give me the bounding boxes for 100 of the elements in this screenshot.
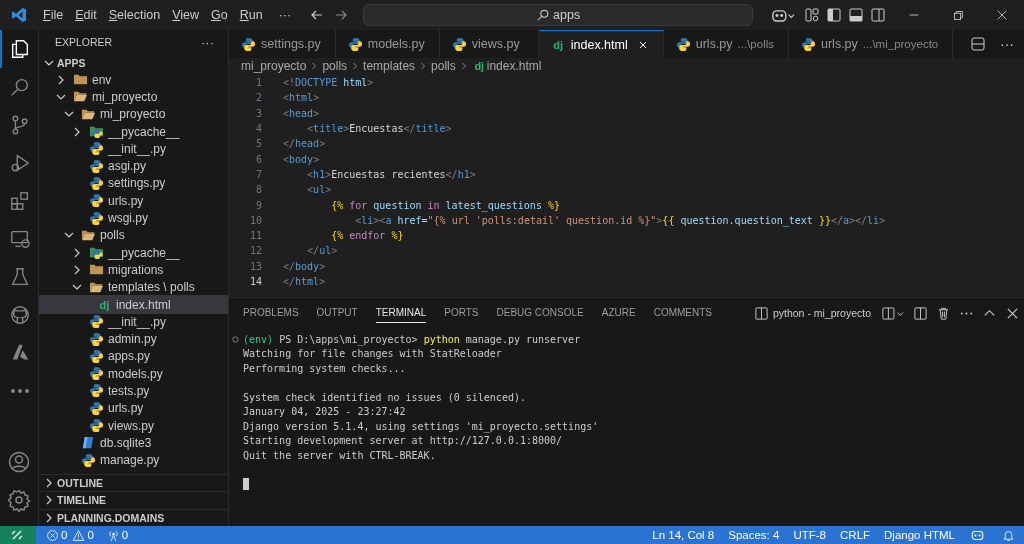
ports-count[interactable]: 0 <box>121 529 129 541</box>
line-number: 13 <box>248 260 263 272</box>
sidebar-toggle-icon[interactable] <box>826 7 842 23</box>
tree-item[interactable]: templates \ polls <box>39 278 228 296</box>
editor-tab[interactable]: dj index.html <box>538 30 664 58</box>
panel-tab[interactable]: OUTPUT <box>316 303 358 323</box>
blocks-icon <box>9 190 31 212</box>
more-actions[interactable]: ··· <box>201 34 214 50</box>
python-folder-icon <box>89 245 104 261</box>
tree-item[interactable]: __pycache__ <box>39 243 228 262</box>
menu-item[interactable]: View <box>166 8 206 22</box>
layout-customize-icon[interactable] <box>804 7 820 23</box>
status-item[interactable]: CRLF <box>840 529 871 541</box>
panel-tab[interactable]: AZURE <box>601 303 636 323</box>
terminal-name[interactable]: python - mi_proyecto <box>772 307 871 319</box>
warning-icon[interactable] <box>72 528 86 542</box>
panel-tab[interactable]: PROBLEMS <box>243 303 299 323</box>
bell-icon[interactable] <box>1002 528 1015 542</box>
python-icon <box>89 210 104 226</box>
split-editor-icon[interactable] <box>970 36 986 52</box>
tree-item[interactable]: manage.py <box>39 451 228 469</box>
menu-item[interactable]: File <box>37 8 70 22</box>
editor-tab[interactable]: models.py <box>335 30 440 58</box>
python-icon <box>89 175 104 191</box>
remote-button[interactable] <box>0 526 36 544</box>
tree-item[interactable]: admin.py <box>39 330 228 348</box>
tree-item[interactable]: urls.py <box>39 192 228 210</box>
tree-item[interactable]: dj index.html <box>39 295 228 314</box>
warning-count[interactable]: 0 <box>87 529 94 541</box>
terminal-output: Quit the server with CTRL-BREAK. <box>243 449 436 461</box>
tree-item[interactable]: asgi.py <box>39 157 228 175</box>
tree-item[interactable]: settings.py <box>39 174 228 193</box>
sidebar-section[interactable]: TIMELINE <box>39 491 228 509</box>
tree-item-label: index.html <box>116 297 171 312</box>
trash-icon[interactable] <box>936 305 951 321</box>
copilot-icon[interactable] <box>771 7 796 23</box>
breadcrumb-item[interactable]: index.html <box>486 59 542 73</box>
line-number: 5 <box>254 138 263 150</box>
database-icon <box>81 435 96 451</box>
more-icon <box>11 389 29 393</box>
code-line: <title>Encuestas</title> <box>306 123 452 135</box>
panel-tab[interactable]: TERMINAL <box>375 303 427 323</box>
panel-toggle-icon[interactable] <box>848 7 864 23</box>
tree-item[interactable]: __pycache__ <box>39 122 228 141</box>
tree-item[interactable]: mi_proyecto <box>39 105 228 123</box>
line-number: 10 <box>248 214 263 226</box>
account-icon[interactable] <box>7 450 31 474</box>
tree-item[interactable]: wsgi.py <box>39 209 228 227</box>
editor-tab[interactable]: views.py <box>439 30 539 58</box>
workspace-header[interactable]: APPS <box>39 54 228 71</box>
error-icon[interactable] <box>46 528 59 542</box>
tree-item[interactable]: models.py <box>39 365 228 383</box>
editor-tab[interactable]: urls.py ...\polls <box>663 30 789 58</box>
tree-item[interactable]: apps.py <box>39 347 228 366</box>
panel-tab[interactable]: COMMENTS <box>653 303 713 323</box>
tree-item-label: admin.py <box>108 332 157 347</box>
split-terminal-icon[interactable] <box>913 305 928 321</box>
more-menu[interactable]: ··· <box>272 8 298 22</box>
tree-item[interactable]: polls <box>39 226 228 244</box>
tree-item[interactable]: __init__.py <box>39 313 228 331</box>
split-terminal-dropdown-icon[interactable] <box>881 305 905 321</box>
error-count[interactable]: 0 <box>61 529 68 541</box>
restore-icon[interactable] <box>951 8 965 22</box>
panel-tab[interactable]: DEBUG CONSOLE <box>496 303 584 323</box>
menu-item[interactable]: Selection <box>102 8 167 22</box>
breadcrumb-item[interactable]: templates <box>363 59 416 73</box>
monitor-icon <box>9 228 31 250</box>
status-item[interactable]: Ln 14, Col 8 <box>652 529 715 541</box>
python-icon <box>89 418 104 434</box>
tree-item[interactable]: migrations <box>39 261 228 279</box>
status-item[interactable]: Spaces: 4 <box>728 529 780 541</box>
menu-item[interactable]: Edit <box>69 8 103 22</box>
terminal-icon <box>753 305 769 321</box>
secondary-sidebar-icon[interactable] <box>870 7 886 23</box>
tree-item[interactable]: db.sqlite3 <box>39 434 228 452</box>
settings-icon[interactable] <box>7 488 31 512</box>
tree-item[interactable]: __init__.py <box>39 140 228 158</box>
vscode-logo-icon[interactable] <box>11 7 27 23</box>
menu-item[interactable]: Go <box>205 8 234 22</box>
menu-item[interactable]: Run <box>233 8 269 22</box>
close-icon[interactable] <box>995 8 1009 22</box>
editor-tab[interactable]: settings.py <box>229 30 336 58</box>
broadcast-icon[interactable] <box>106 528 120 542</box>
tree-item[interactable]: env <box>39 71 228 89</box>
breadcrumb-item[interactable]: polls <box>431 59 456 73</box>
python-icon <box>89 158 104 174</box>
status-item[interactable]: UTF-8 <box>793 529 826 541</box>
sidebar-section[interactable]: OUTLINE <box>39 473 228 491</box>
editor-tab[interactable]: urls.py ...\mi_proyecto <box>789 30 954 58</box>
copilot-icon[interactable] <box>971 528 984 542</box>
tree-item[interactable]: views.py <box>39 416 228 435</box>
breadcrumb-item[interactable]: mi_proyecto <box>241 59 307 73</box>
breadcrumb-item[interactable]: polls <box>322 59 348 73</box>
tree-item[interactable]: tests.py <box>39 382 228 400</box>
more-actions[interactable]: ··· <box>1000 36 1014 52</box>
command-center-search[interactable]: apps <box>363 4 754 26</box>
tree-item[interactable]: mi_proyecto <box>39 88 228 106</box>
status-item[interactable]: Django HTML <box>884 529 955 541</box>
panel-tab[interactable]: PORTS <box>444 303 479 323</box>
tree-item[interactable]: urls.py <box>39 399 228 417</box>
